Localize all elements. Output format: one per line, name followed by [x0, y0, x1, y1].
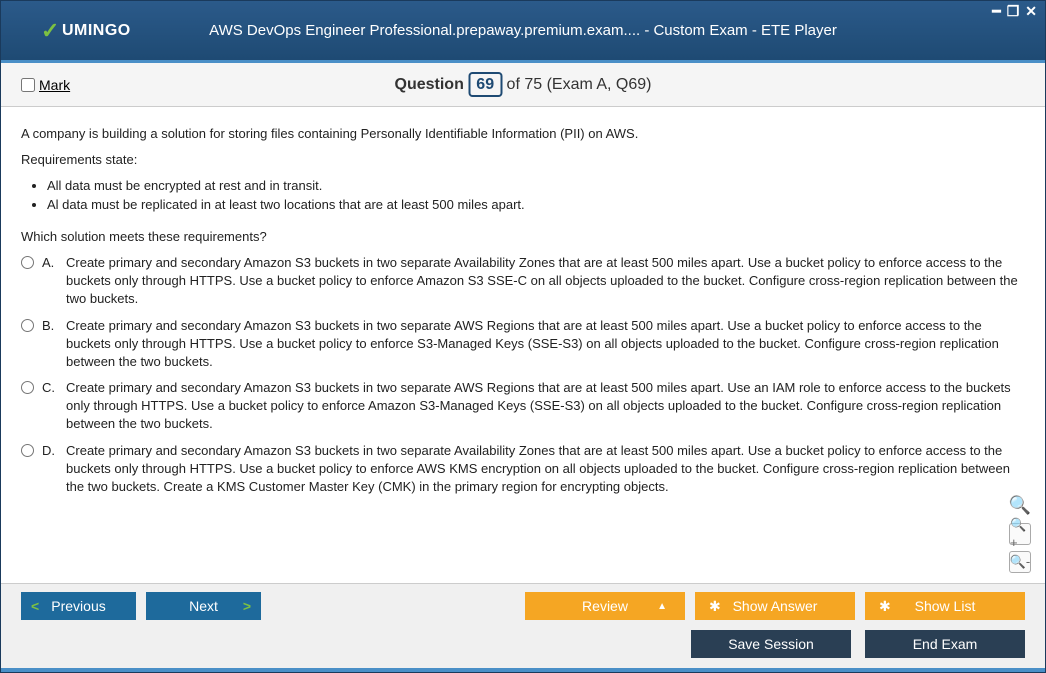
next-button[interactable]: Next > — [146, 592, 261, 620]
star-icon: ✱ — [709, 598, 721, 615]
previous-button[interactable]: < Previous — [21, 592, 136, 620]
zoom-out-icon[interactable]: 🔍- — [1009, 551, 1031, 573]
chevron-right-icon: > — [243, 598, 251, 614]
option-d[interactable]: D. Create primary and secondary Amazon S… — [21, 442, 1025, 497]
bottom-border — [1, 668, 1045, 672]
review-button[interactable]: Review ▲ — [525, 592, 685, 620]
previous-label: Previous — [51, 598, 105, 614]
option-radio[interactable] — [21, 256, 34, 269]
triangle-up-icon: ▲ — [657, 601, 667, 612]
option-letter: C. — [42, 379, 58, 397]
question-word: Question — [395, 76, 464, 93]
star-icon: ✱ — [879, 598, 891, 615]
option-text: Create primary and secondary Amazon S3 b… — [66, 442, 1025, 497]
question-of: of 75 (Exam A, Q69) — [507, 76, 652, 93]
question-intro: A company is building a solution for sto… — [21, 125, 1025, 143]
requirement-item: All data must be encrypted at rest and i… — [47, 177, 1025, 195]
check-icon: ✓ — [41, 18, 60, 44]
mark-checkbox[interactable] — [21, 78, 35, 92]
save-session-button[interactable]: Save Session — [691, 630, 851, 658]
mark-label: Mark — [39, 77, 70, 93]
review-label: Review — [582, 598, 628, 614]
option-a[interactable]: A. Create primary and secondary Amazon S… — [21, 254, 1025, 309]
question-content: A company is building a solution for sto… — [1, 107, 1045, 583]
option-c[interactable]: C. Create primary and secondary Amazon S… — [21, 379, 1025, 434]
show-list-label: Show List — [915, 598, 976, 614]
close-icon[interactable]: ✕ — [1025, 3, 1037, 20]
footer: < Previous Next > Review ▲ ✱ Show Answer… — [1, 583, 1045, 668]
zoom-in-icon[interactable]: 🔍+ — [1009, 523, 1031, 545]
chevron-left-icon: < — [31, 598, 39, 614]
requirement-item: Al data must be replicated in at least t… — [47, 196, 1025, 214]
mark-checkbox-wrap[interactable]: Mark — [21, 77, 70, 93]
requirements-label: Requirements state: — [21, 151, 1025, 169]
show-answer-button[interactable]: ✱ Show Answer — [695, 592, 855, 620]
app-logo: ✓ UMINGO — [41, 18, 131, 44]
option-text: Create primary and secondary Amazon S3 b… — [66, 379, 1025, 434]
option-radio[interactable] — [21, 319, 34, 332]
brand-name: UMINGO — [62, 22, 131, 40]
option-b[interactable]: B. Create primary and secondary Amazon S… — [21, 317, 1025, 372]
question-header: Mark Question 69 of 75 (Exam A, Q69) — [1, 63, 1045, 107]
option-letter: D. — [42, 442, 58, 460]
question-counter: Question 69 of 75 (Exam A, Q69) — [395, 76, 652, 94]
next-label: Next — [189, 598, 218, 614]
show-list-button[interactable]: ✱ Show List — [865, 592, 1025, 620]
show-answer-label: Show Answer — [733, 598, 818, 614]
option-radio[interactable] — [21, 444, 34, 457]
maximize-icon[interactable]: ❐ — [1007, 3, 1020, 20]
minimize-icon[interactable]: ━ — [992, 3, 1000, 20]
question-number: 69 — [468, 72, 502, 97]
titlebar: ✓ UMINGO AWS DevOps Engineer Professiona… — [1, 1, 1045, 63]
question-prompt: Which solution meets these requirements? — [21, 228, 1025, 246]
search-icon[interactable]: 🔍 — [1009, 495, 1031, 517]
option-text: Create primary and secondary Amazon S3 b… — [66, 254, 1025, 309]
option-letter: B. — [42, 317, 58, 335]
end-exam-button[interactable]: End Exam — [865, 630, 1025, 658]
window-title: AWS DevOps Engineer Professional.prepawa… — [209, 22, 837, 39]
option-radio[interactable] — [21, 381, 34, 394]
option-text: Create primary and secondary Amazon S3 b… — [66, 317, 1025, 372]
option-letter: A. — [42, 254, 58, 272]
